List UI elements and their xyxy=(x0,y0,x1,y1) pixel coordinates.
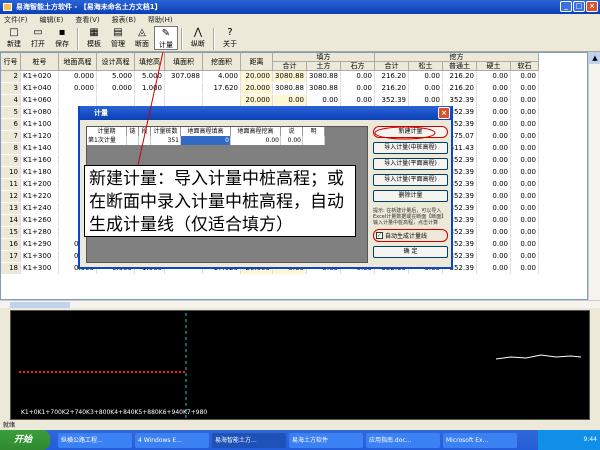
annotation-arrow xyxy=(137,51,164,166)
highlight-ellipse xyxy=(374,126,436,140)
annotation-arrow-layer xyxy=(137,51,436,166)
